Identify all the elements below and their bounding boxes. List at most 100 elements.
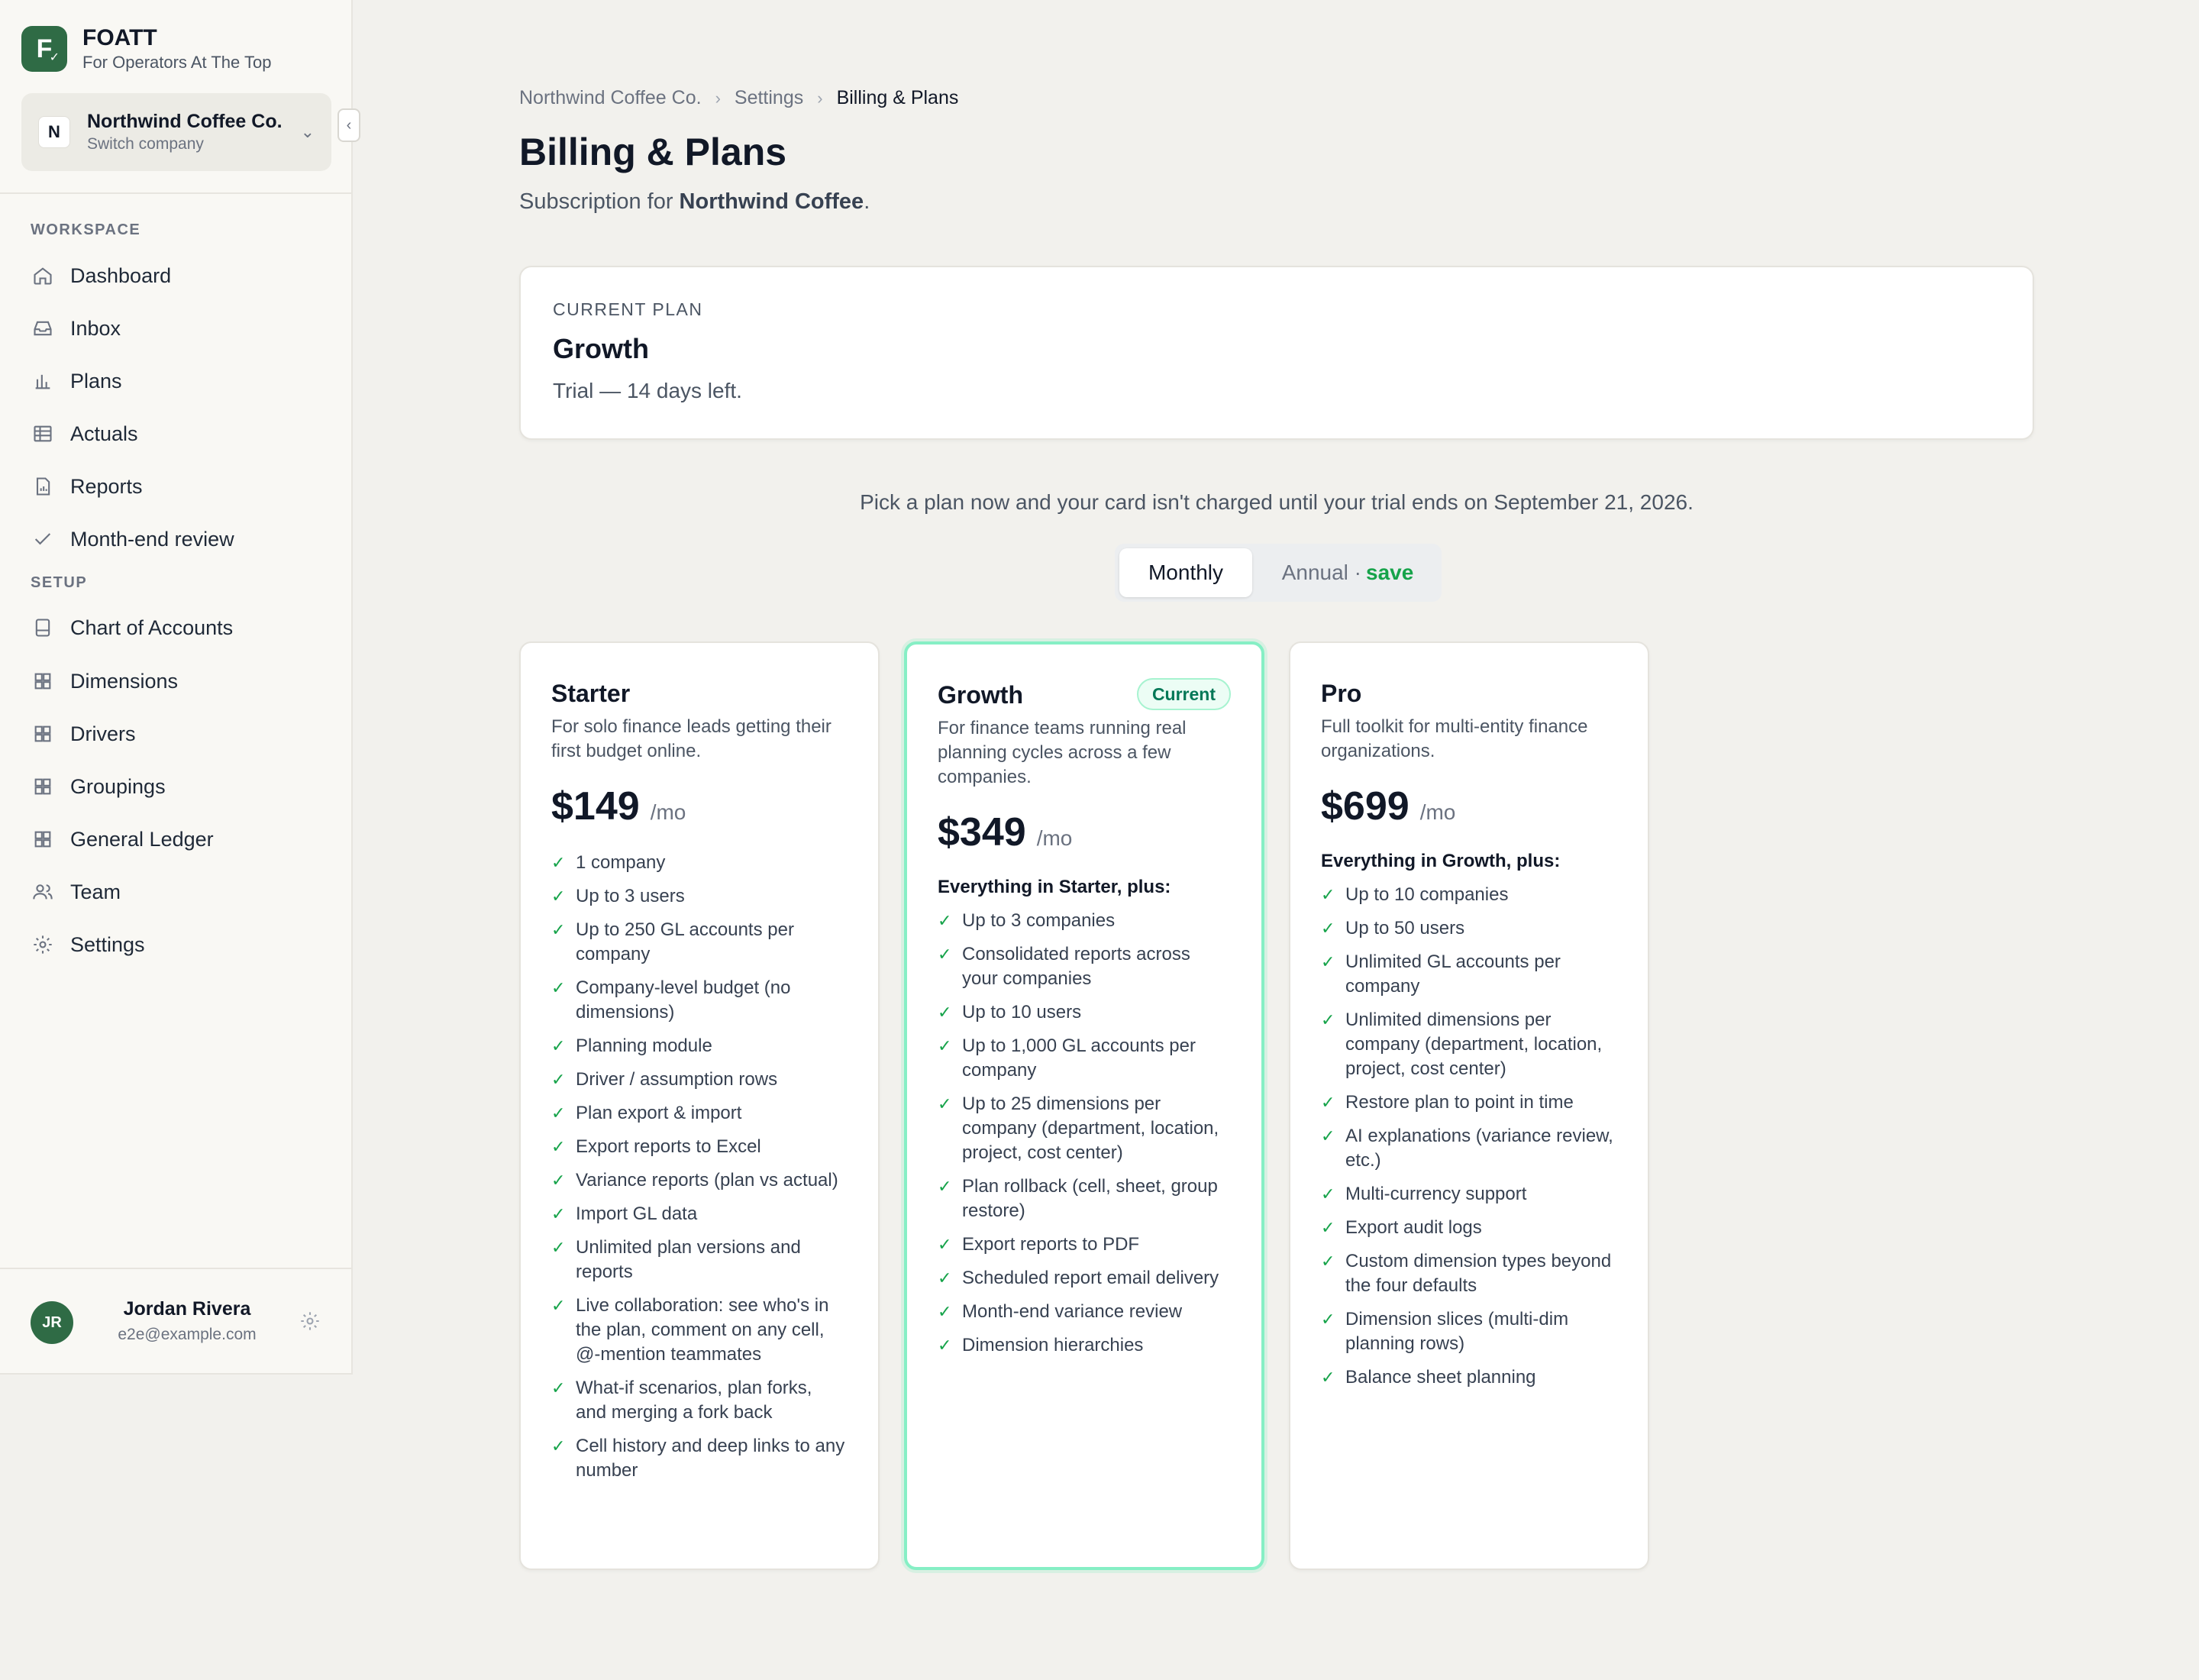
sidebar-item-label: General Ledger [70, 827, 214, 851]
gear-icon [31, 932, 55, 957]
breadcrumb-settings[interactable]: Settings [735, 87, 803, 109]
feature-item: ✓ Unlimited plan versions and reports [551, 1236, 848, 1284]
plan-period: /mo [1036, 826, 1073, 850]
sidebar-item-plans[interactable]: Plans [31, 361, 336, 401]
feature-text: AI explanations (variance review, etc.) [1345, 1126, 1613, 1171]
feature-item: ✓ Up to 25 dimensions per company (depart… [938, 1092, 1231, 1165]
feature-text: Up to 3 companies [962, 910, 1116, 931]
sidebar-item-groupings[interactable]: Groupings [31, 767, 336, 806]
user-email: e2e@example.com [118, 1326, 257, 1343]
sidebar-item-settings[interactable]: Settings [31, 925, 336, 964]
feature-list: ✓ 1 company ✓ Up to 3 users ✓ Up to 250 GL ac… [551, 851, 848, 1483]
monthly-toggle-button[interactable]: Monthly [1119, 548, 1252, 597]
feature-text: Dimension hierarchies [962, 1335, 1144, 1355]
feature-text: Scheduled report email delivery [962, 1268, 1219, 1288]
feature-text: Month-end variance review [962, 1301, 1183, 1322]
feature-item: ✓ Dimension slices (multi-dim planning ro… [1321, 1307, 1617, 1356]
plan-card-growth[interactable]: Growth Current For finance teams running… [904, 641, 1264, 1570]
page-title: Billing & Plans [519, 131, 787, 173]
feature-text: Unlimited plan versions and reports [576, 1237, 801, 1282]
user-divider [0, 1268, 353, 1269]
report-icon [31, 474, 55, 499]
sidebar-item-general-ledger[interactable]: General Ledger [31, 819, 336, 859]
annual-label: Annual · [1281, 561, 1361, 584]
feature-item: ✓ What-if scenarios, plan forks, and merg… [551, 1376, 848, 1425]
sidebar-item-label: Dimensions [70, 669, 179, 693]
feature-item: ✓ Driver / assumption rows [551, 1068, 848, 1092]
company-switcher[interactable]: N Northwind Coffee Co. Switch company ⌄ [21, 93, 331, 171]
sidebar-item-label: Team [70, 880, 121, 903]
feature-text: Restore plan to point in time [1345, 1092, 1574, 1113]
sidebar-item-chart-of-accounts[interactable]: Chart of Accounts [31, 608, 336, 648]
plan-price: $149 /mo [551, 783, 848, 829]
feature-text: Up to 25 dimensions per company (departm… [962, 1094, 1219, 1163]
feature-text: Multi-currency support [1345, 1184, 1527, 1204]
check-icon: ✓ [1321, 1368, 1335, 1387]
home-icon [31, 263, 55, 288]
feature-item: ✓ Export audit logs [1321, 1216, 1617, 1240]
check-icon: ✓ [938, 1336, 952, 1355]
sidebar-item-dashboard[interactable]: Dashboard [31, 256, 336, 296]
sidebar-item-team[interactable]: Team [31, 872, 336, 912]
feature-text: Driver / assumption rows [576, 1069, 778, 1090]
sidebar-item-inbox[interactable]: Inbox [31, 309, 336, 348]
plan-intro: Everything in Growth, plus: [1321, 851, 1561, 871]
feature-text: Export audit logs [1345, 1217, 1482, 1238]
feature-text: Export reports to Excel [576, 1136, 761, 1157]
plan-card-pro[interactable]: Pro Full toolkit for multi-entity financ… [1289, 641, 1649, 1570]
check-icon: ✓ [551, 978, 566, 997]
breadcrumb-current: Billing & Plans [836, 87, 959, 108]
sidebar-item-actuals[interactable]: Actuals [31, 414, 336, 454]
feature-item: ✓ Up to 3 users [551, 884, 848, 909]
check-icon: ✓ [1321, 1010, 1335, 1029]
feature-item: ✓ Month-end variance review [938, 1300, 1231, 1324]
check-icon: ✓ [938, 1036, 952, 1055]
sidebar-item-label: Settings [70, 932, 145, 956]
feature-item: ✓ Live collaboration: see who's in the pl… [551, 1294, 848, 1367]
plan-card-starter[interactable]: Starter For solo finance leads getting t… [519, 641, 880, 1570]
feature-text: Balance sheet planning [1345, 1367, 1536, 1388]
sidebar-item-reports[interactable]: Reports [31, 467, 336, 506]
plan-intro: Everything in Starter, plus: [938, 877, 1171, 897]
feature-text: 1 company [576, 852, 666, 873]
feature-item: ✓ Up to 50 users [1321, 916, 1617, 941]
check-icon: ✓ [1321, 1252, 1335, 1271]
feature-item: ✓ Cell history and deep links to any numb… [551, 1434, 848, 1483]
feature-item: ✓ Balance sheet planning [1321, 1365, 1617, 1390]
brand[interactable]: F ✓ FOATT For Operators At The Top [21, 24, 271, 73]
current-plan-card: CURRENT PLAN Growth Trial — 14 days left… [519, 266, 2034, 440]
check-icon: ✓ [938, 1268, 952, 1287]
feature-item: ✓ Up to 3 companies [938, 909, 1231, 933]
check-icon: ✓ [938, 1094, 952, 1113]
sidebar-item-month-end-review[interactable]: Month-end review [31, 519, 336, 559]
check-icon: ✓ [1321, 1310, 1335, 1329]
feature-text: Live collaboration: see who's in the pla… [576, 1295, 829, 1365]
feature-list: ✓ Up to 3 companies ✓ Consolidated reports … [938, 909, 1231, 1358]
check-icon: ✓ [938, 1302, 952, 1321]
check-icon: ✓ [551, 1070, 566, 1089]
sidebar-item-drivers[interactable]: Drivers [31, 714, 336, 754]
feature-text: Up to 10 users [962, 1002, 1082, 1023]
check-icon: ✓ [551, 1171, 566, 1190]
company-avatar: N [38, 116, 70, 148]
feature-item: ✓ Multi-currency support [1321, 1182, 1617, 1207]
feature-text: Unlimited dimensions per company (depart… [1345, 1010, 1603, 1079]
chevron-right-icon: › [817, 88, 823, 108]
subtitle-company: Northwind Coffee [679, 189, 864, 214]
check-icon: ✓ [551, 1137, 566, 1156]
avatar[interactable]: JR [31, 1301, 73, 1344]
annual-toggle-button[interactable]: Annual · save [1260, 548, 1435, 597]
feature-item: ✓ Import GL data [551, 1202, 848, 1226]
user-name: Jordan Rivera [123, 1298, 251, 1320]
sidebar-item-dimensions[interactable]: Dimensions [31, 661, 336, 701]
feature-text: Plan rollback (cell, sheet, group restor… [962, 1176, 1218, 1221]
plan-amount: $349 [938, 810, 1026, 855]
bar-chart-icon [31, 369, 55, 393]
check-icon: ✓ [551, 1436, 566, 1455]
user-settings-gear-icon[interactable] [299, 1310, 324, 1335]
breadcrumb-company[interactable]: Northwind Coffee Co. [519, 87, 702, 109]
sidebar-item-label: Actuals [70, 422, 138, 445]
collapse-sidebar-button[interactable]: ‹ [337, 108, 360, 142]
plan-period: /mo [1419, 800, 1456, 824]
feature-item: ✓ Custom dimension types beyond the four … [1321, 1249, 1617, 1298]
